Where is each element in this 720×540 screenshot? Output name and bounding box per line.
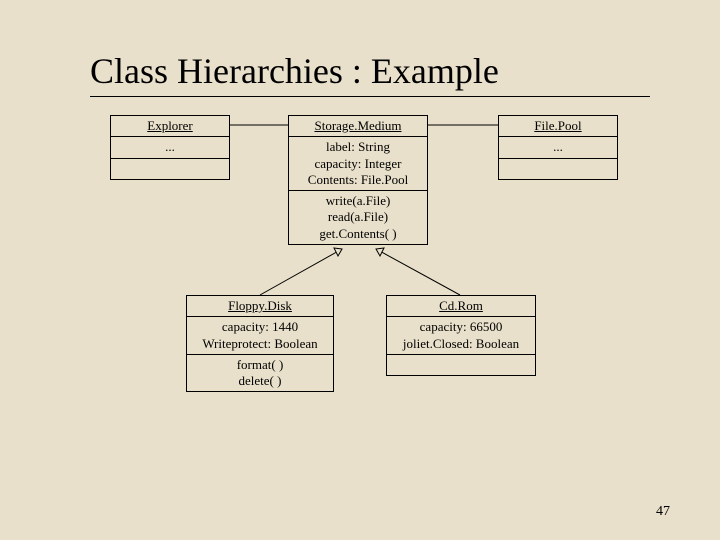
class-storage-medium-name: Storage.Medium — [314, 118, 401, 133]
uml-diagram: Explorer ... Storage.Medium label: Strin… — [90, 115, 650, 475]
class-cd-rom-name: Cd.Rom — [439, 298, 483, 313]
class-cd-rom-ops — [387, 354, 535, 375]
class-storage-medium: Storage.Medium label: String capacity: I… — [288, 115, 428, 245]
class-explorer-name: Explorer — [147, 118, 192, 133]
class-storage-medium-ops: write(a.File) read(a.File) get.Contents(… — [289, 190, 427, 244]
class-explorer-attrs: ... — [111, 136, 229, 157]
slide-title: Class Hierarchies : Example — [90, 50, 650, 97]
class-floppy-disk: Floppy.Disk capacity: 1440 Writeprotect:… — [186, 295, 334, 392]
class-floppy-disk-name: Floppy.Disk — [228, 298, 292, 313]
class-storage-medium-attrs: label: String capacity: Integer Contents… — [289, 136, 427, 190]
class-explorer: Explorer ... — [110, 115, 230, 180]
class-floppy-disk-ops: format( ) delete( ) — [187, 354, 333, 392]
class-file-pool: File.Pool ... — [498, 115, 618, 180]
class-file-pool-ops — [499, 158, 617, 179]
class-cd-rom: Cd.Rom capacity: 66500 joliet.Closed: Bo… — [386, 295, 536, 376]
class-file-pool-attrs: ... — [499, 136, 617, 157]
class-floppy-disk-attrs: capacity: 1440 Writeprotect: Boolean — [187, 316, 333, 354]
class-explorer-ops — [111, 158, 229, 179]
class-file-pool-name: File.Pool — [534, 118, 581, 133]
slide-number: 47 — [656, 504, 670, 520]
class-cd-rom-attrs: capacity: 66500 joliet.Closed: Boolean — [387, 316, 535, 354]
